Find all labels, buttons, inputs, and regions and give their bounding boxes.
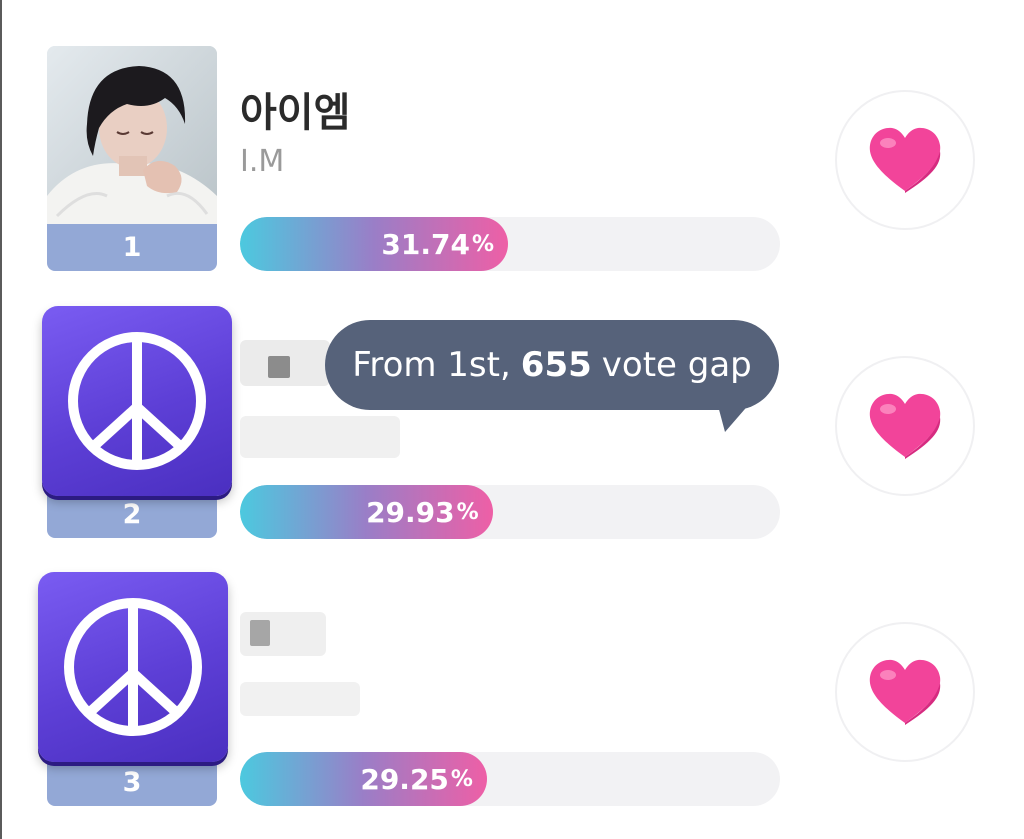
tooltip-suffix: vote gap xyxy=(601,345,752,385)
rank-number: 3 xyxy=(122,767,142,798)
vote-percentage-bar: 29.25% xyxy=(240,752,780,806)
tooltip-prefix: From 1st, xyxy=(352,345,511,385)
peace-sign-icon xyxy=(38,572,228,762)
ranking-row-1[interactable]: 1 아이엠 I.M 31.74% xyxy=(0,40,1024,300)
vote-heart-button[interactable] xyxy=(835,356,975,496)
heart-icon xyxy=(869,127,941,193)
portrait-photo-icon xyxy=(47,46,217,224)
percentage-unit: % xyxy=(471,231,494,257)
vote-gap-tooltip: From 1st, 655 vote gap xyxy=(325,320,779,432)
artist-subname: I.M xyxy=(240,144,285,179)
vote-percentage-fill: 31.74% xyxy=(240,217,508,271)
artist-photo xyxy=(47,46,217,224)
vote-percentage-bar: 31.74% xyxy=(240,217,780,271)
percentage-value: 29.25 xyxy=(360,762,449,796)
heart-icon xyxy=(869,659,941,725)
vote-percentage-bar: 29.93% xyxy=(240,485,780,539)
percentage-unit: % xyxy=(450,766,473,792)
rank-number: 1 xyxy=(122,232,142,263)
vote-heart-button[interactable] xyxy=(835,90,975,230)
percentage-value: 31.74 xyxy=(381,227,470,261)
peace-sign-icon xyxy=(42,306,232,496)
vote-percentage-fill: 29.25% xyxy=(240,752,487,806)
vote-heart-button[interactable] xyxy=(835,622,975,762)
vote-percentage-fill: 29.93% xyxy=(240,485,493,539)
rank-number: 2 xyxy=(122,499,142,530)
artist-name: 아이엠 xyxy=(240,90,351,136)
percentage-value: 29.93 xyxy=(366,495,455,529)
heart-icon xyxy=(869,393,941,459)
ranking-row-3[interactable]: 3 29.25% xyxy=(0,568,1024,828)
tooltip-tail-icon xyxy=(717,402,751,432)
percentage-unit: % xyxy=(456,499,479,525)
tooltip-gap-count: 655 xyxy=(520,345,592,385)
